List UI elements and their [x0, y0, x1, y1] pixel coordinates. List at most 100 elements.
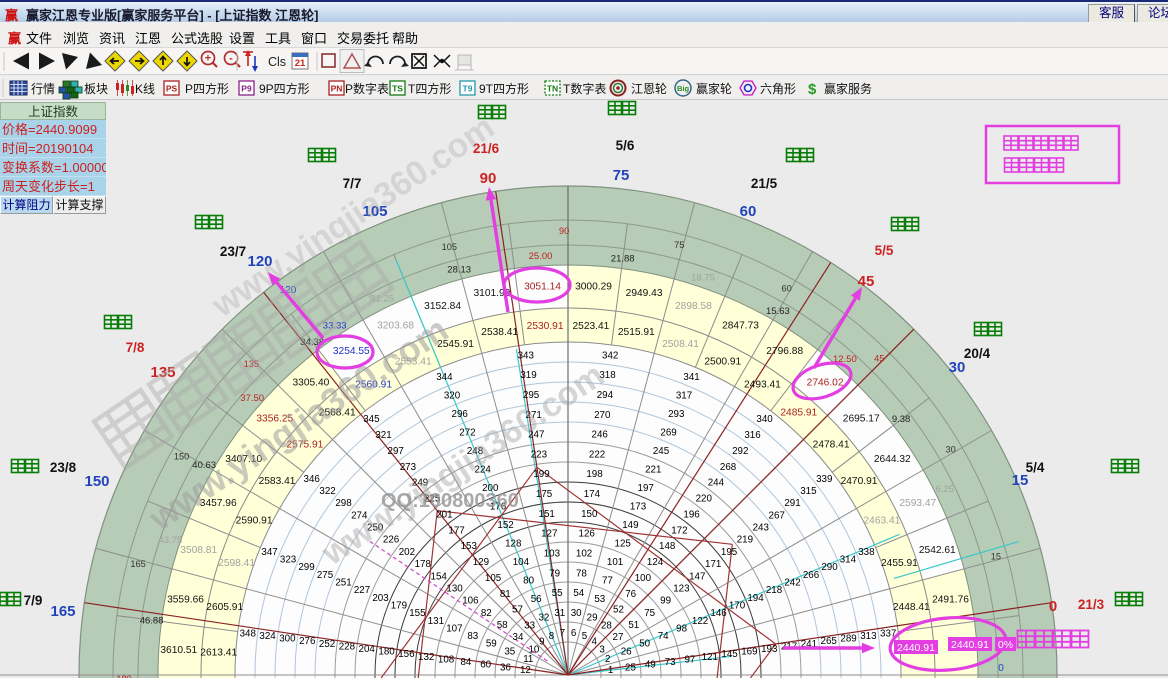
svg-text:20/4: 20/4	[964, 346, 991, 361]
svg-text:23/7: 23/7	[220, 244, 246, 259]
svg-text:80: 80	[523, 575, 534, 586]
svg-text:83: 83	[467, 631, 478, 642]
svg-text:3610.51: 3610.51	[160, 645, 197, 656]
svg-text:154: 154	[431, 571, 448, 582]
svg-text:98: 98	[676, 623, 687, 634]
svg-text:290: 290	[821, 562, 838, 573]
svg-text:28: 28	[601, 621, 612, 632]
svg-text:150: 150	[174, 451, 189, 461]
svg-text:73: 73	[665, 657, 676, 668]
svg-text:340: 340	[756, 414, 773, 425]
svg-text:5/6: 5/6	[616, 138, 635, 153]
svg-text:21.88: 21.88	[611, 254, 635, 265]
svg-text:180: 180	[378, 647, 395, 658]
svg-text:33: 33	[524, 621, 535, 632]
svg-text:2530.91: 2530.91	[527, 321, 564, 332]
svg-text:105: 105	[485, 573, 502, 584]
svg-text:57: 57	[512, 605, 523, 616]
svg-text:81: 81	[500, 589, 511, 600]
svg-text:Big: Big	[677, 84, 690, 93]
svg-text:165: 165	[50, 603, 75, 620]
svg-text:125: 125	[615, 538, 632, 549]
svg-text:0: 0	[1049, 598, 1057, 615]
svg-text:7: 7	[560, 628, 565, 639]
svg-text:129: 129	[473, 557, 489, 568]
svg-text:2695.17: 2695.17	[843, 413, 880, 424]
svg-text:275: 275	[317, 570, 334, 581]
svg-text:202: 202	[399, 547, 415, 558]
svg-text:45: 45	[858, 273, 875, 290]
svg-text:34: 34	[513, 632, 524, 643]
svg-text:223: 223	[531, 449, 548, 460]
svg-text:2448.41: 2448.41	[893, 602, 930, 613]
svg-text:276: 276	[299, 636, 316, 647]
svg-text:45: 45	[874, 353, 884, 363]
svg-text:243: 243	[753, 523, 770, 534]
svg-text:3: 3	[599, 644, 605, 655]
svg-text:29: 29	[587, 612, 598, 623]
svg-text:122: 122	[692, 616, 708, 627]
svg-text:28.13: 28.13	[447, 264, 471, 275]
svg-text:77: 77	[602, 575, 613, 586]
svg-text:106: 106	[462, 596, 479, 607]
svg-text:99: 99	[660, 596, 671, 607]
svg-text:251: 251	[335, 578, 351, 589]
svg-text:51: 51	[628, 620, 639, 631]
svg-text:346: 346	[304, 474, 321, 485]
svg-text:18.75: 18.75	[691, 272, 715, 283]
svg-text:56: 56	[531, 594, 542, 605]
svg-text:155: 155	[409, 608, 426, 619]
svg-text:267: 267	[769, 510, 785, 521]
svg-text:227: 227	[354, 585, 370, 596]
svg-text:31: 31	[554, 608, 565, 619]
svg-text:2542.61: 2542.61	[919, 545, 956, 556]
svg-text:2440.91: 2440.91	[897, 642, 935, 654]
svg-text:75: 75	[674, 240, 684, 250]
svg-text:219: 219	[737, 535, 753, 546]
svg-text:-: -	[229, 53, 233, 65]
svg-text:84: 84	[460, 657, 471, 668]
svg-text:25.00: 25.00	[529, 251, 553, 262]
svg-text:75: 75	[613, 167, 630, 184]
svg-text:6: 6	[571, 628, 577, 639]
svg-text:228: 228	[339, 641, 356, 652]
svg-text:PN: PN	[331, 84, 343, 94]
svg-text:172: 172	[671, 525, 687, 536]
svg-text:296: 296	[452, 409, 469, 420]
svg-text:T9: T9	[463, 84, 473, 94]
svg-text:15: 15	[991, 551, 1001, 561]
svg-text:222: 222	[589, 449, 605, 460]
svg-text:292: 292	[732, 446, 748, 457]
svg-text:218: 218	[766, 585, 783, 596]
svg-text:0: 0	[998, 663, 1004, 674]
svg-text:289: 289	[840, 634, 856, 645]
svg-text:269: 269	[660, 428, 676, 439]
svg-text:2593.47: 2593.47	[899, 498, 936, 509]
svg-text:199: 199	[533, 469, 549, 480]
svg-text:173: 173	[630, 501, 647, 512]
svg-text:242: 242	[784, 578, 800, 589]
svg-text:148: 148	[659, 541, 676, 552]
svg-text:2644.32: 2644.32	[874, 454, 911, 465]
svg-text:198: 198	[586, 469, 603, 480]
svg-text:2455.91: 2455.91	[881, 558, 918, 569]
svg-text:2485.91: 2485.91	[780, 407, 817, 418]
svg-text:317: 317	[676, 391, 692, 402]
svg-text:27: 27	[613, 632, 624, 643]
svg-text:2523.41: 2523.41	[572, 321, 609, 332]
svg-text:P9: P9	[241, 84, 252, 94]
svg-text:21: 21	[295, 58, 306, 69]
svg-text:1: 1	[608, 665, 613, 676]
svg-text:25: 25	[625, 662, 636, 673]
svg-text:2538.41: 2538.41	[481, 327, 518, 338]
svg-text:3508.81: 3508.81	[180, 545, 217, 556]
svg-text:197: 197	[638, 483, 654, 494]
svg-text:49: 49	[645, 660, 656, 671]
svg-text:150: 150	[581, 509, 598, 520]
svg-text:35: 35	[504, 646, 515, 657]
svg-text:169: 169	[741, 647, 757, 658]
svg-text:2613.41: 2613.41	[200, 648, 237, 659]
svg-text:324: 324	[259, 631, 276, 642]
svg-text:58: 58	[497, 620, 508, 631]
svg-text:+: +	[205, 53, 211, 65]
